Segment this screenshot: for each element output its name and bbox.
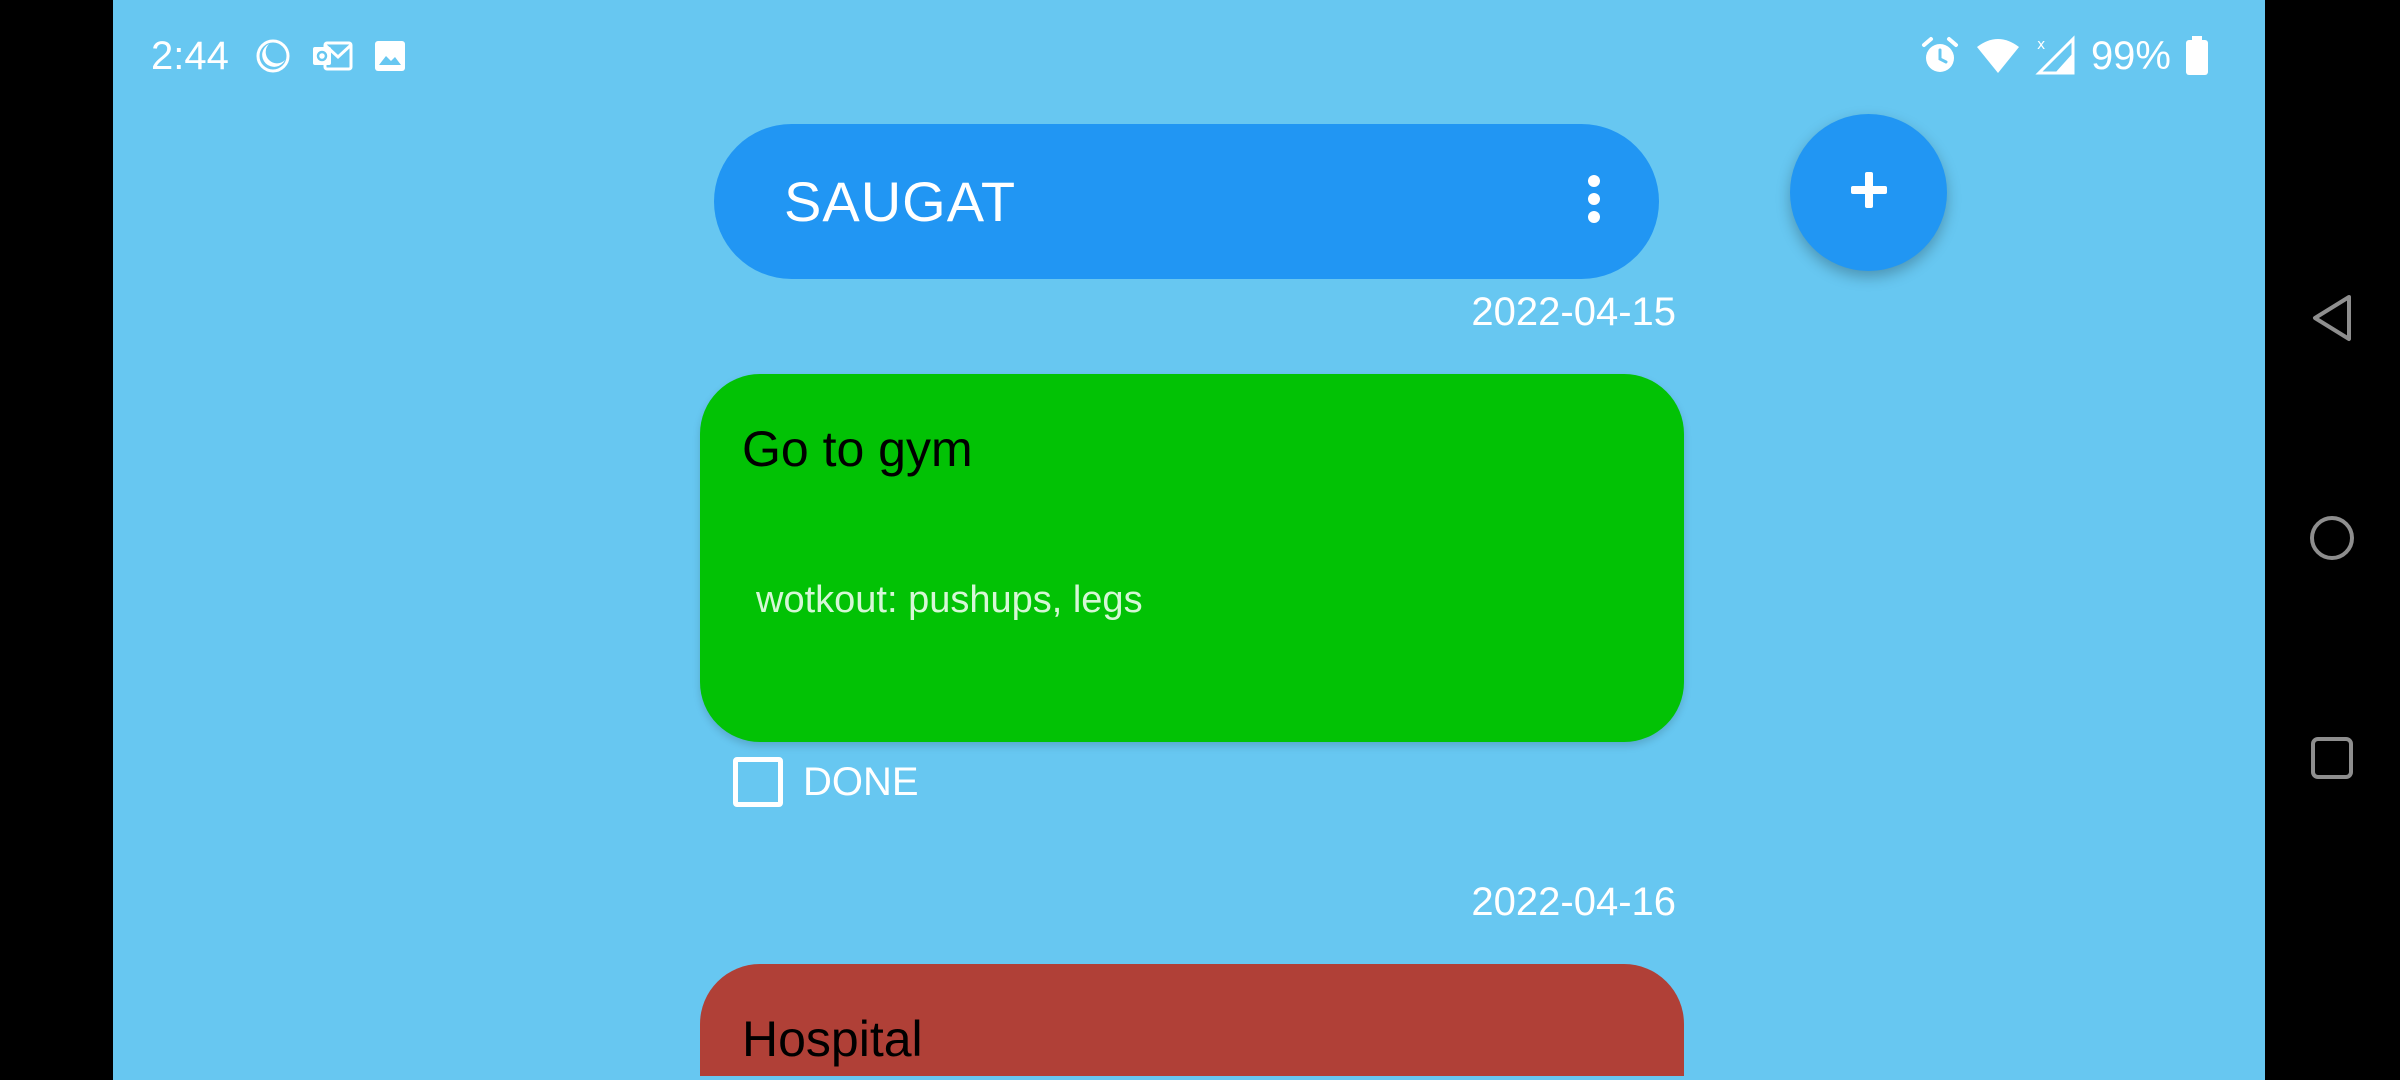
nav-recents-button[interactable] xyxy=(2302,730,2362,790)
nav-home-button[interactable] xyxy=(2302,510,2362,570)
alarm-icon xyxy=(1919,35,1961,77)
home-icon xyxy=(2308,514,2356,567)
status-bar-right: x 99% xyxy=(1919,30,2209,82)
recents-icon xyxy=(2310,736,2354,785)
nav-back-button[interactable] xyxy=(2302,290,2362,350)
more-vert-icon xyxy=(1587,173,1601,230)
status-time: 2:44 xyxy=(151,33,229,78)
plus-icon xyxy=(1849,170,1889,215)
moon-icon xyxy=(255,38,291,74)
app-title: SAUGAT xyxy=(784,170,1017,233)
task-date: 2022-04-15 xyxy=(1471,290,1676,334)
back-icon xyxy=(2309,293,2355,348)
done-label: DONE xyxy=(803,759,919,804)
battery-percent: 99% xyxy=(2090,33,2171,78)
signal-icon: x xyxy=(2035,35,2077,77)
status-bar-left: 2:44 xyxy=(151,30,407,82)
task-title: Hospital xyxy=(742,1011,923,1067)
svg-text:x: x xyxy=(2037,37,2045,53)
outlook-icon xyxy=(311,39,353,73)
task-description: wotkout: pushups, legs xyxy=(756,579,1143,621)
app-screen: 2:44 x 99% SAUGAT 2022-04-15 Go to gym w… xyxy=(113,0,2265,1080)
task-card[interactable]: Hospital xyxy=(700,964,1684,1076)
overflow-menu-button[interactable] xyxy=(1569,166,1619,236)
task-title: Go to gym xyxy=(742,421,973,477)
task-date: 2022-04-16 xyxy=(1471,880,1676,924)
task-card[interactable]: Go to gym wotkout: pushups, legs xyxy=(700,374,1684,742)
app-bar: SAUGAT xyxy=(714,124,1659,279)
done-checkbox[interactable] xyxy=(733,757,783,807)
add-task-button[interactable] xyxy=(1790,114,1947,271)
battery-icon xyxy=(2185,36,2209,76)
done-checkbox-row[interactable]: DONE xyxy=(733,756,919,808)
wifi-icon xyxy=(1975,37,2021,75)
navigation-bar xyxy=(2265,0,2400,1080)
image-icon xyxy=(373,39,407,73)
